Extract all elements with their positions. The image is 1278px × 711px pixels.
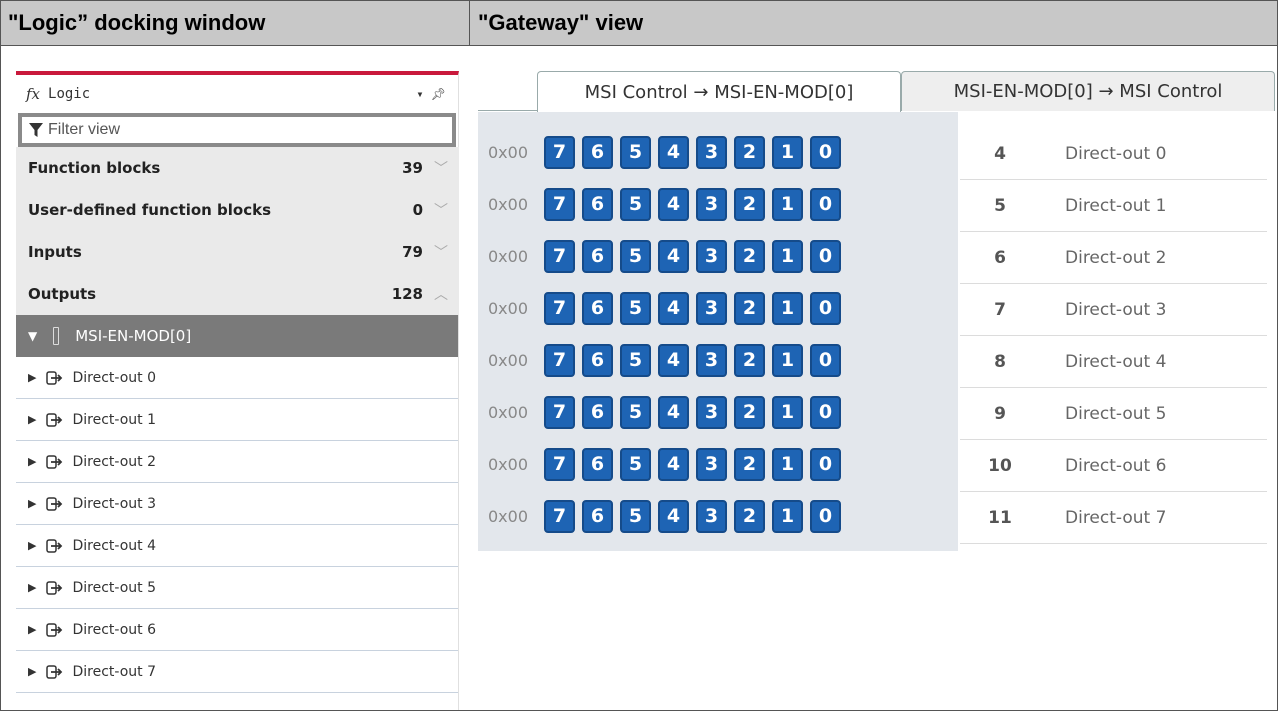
outer-frame: [0, 0, 1278, 711]
